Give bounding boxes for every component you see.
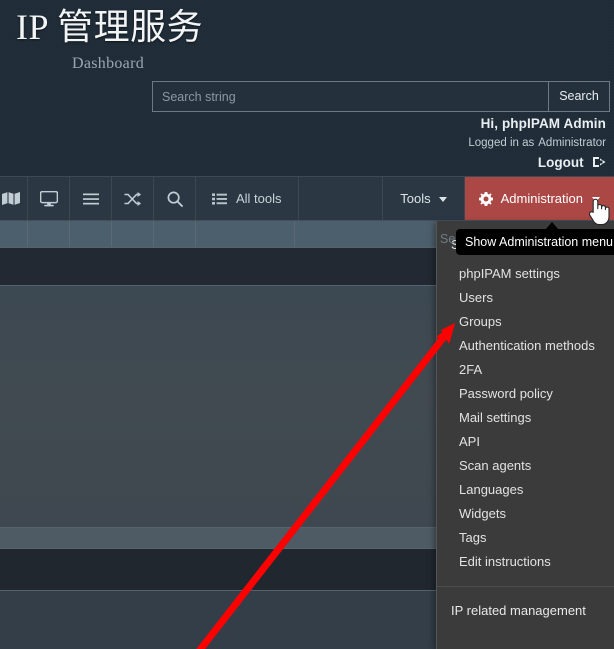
nav-item-administration-label: Administration [500, 191, 583, 206]
map-icon [2, 191, 20, 206]
nav-item-vlans[interactable] [112, 177, 154, 220]
menu-item-scan-agents[interactable]: Scan agents [437, 454, 614, 478]
menu-item-password-policy[interactable]: Password policy [437, 382, 614, 406]
nav-item-map[interactable] [0, 177, 28, 220]
shuffle-icon [124, 191, 141, 206]
menu-item-users[interactable]: Users [437, 286, 614, 310]
search-icon [167, 191, 183, 207]
user-role-value: Administrator [538, 136, 606, 149]
page-title: Dashboard [72, 55, 145, 72]
menu-items-server-management: phpIPAM settings Users Groups Authentica… [437, 262, 614, 580]
user-info: Hi, phpIPAM Admin Logged in as Administra… [468, 117, 606, 170]
menu-item-widgets[interactable]: Widgets [437, 502, 614, 526]
chevron-down-icon [438, 197, 447, 202]
hamburger-menu-icon [82, 193, 99, 205]
page-header: IP 管理服务 Dashboard Search Hi, phpIPAM Adm… [0, 0, 614, 176]
menu-section-header-ip-related-management: IP related management [437, 586, 614, 628]
nav-item-tools-label: Tools [400, 191, 431, 206]
administration-dropdown-menu: Server management phpIPAM settings Users… [436, 221, 614, 649]
menu-item-tags[interactable]: Tags [437, 526, 614, 550]
site-title: IP 管理服务 [16, 7, 204, 47]
menu-item-authentication-methods[interactable]: Authentication methods [437, 334, 614, 358]
nav-item-administration[interactable]: Administration [464, 177, 614, 220]
tooltip-caret-icon [546, 222, 558, 229]
search-bar: Search [152, 81, 610, 112]
main-navbar: All tools Tools Administration [0, 176, 614, 221]
nav-item-dashboard[interactable] [28, 177, 70, 220]
chevron-down-icon [592, 197, 600, 202]
logout-label: Logout [537, 155, 584, 170]
menu-item-mail-settings[interactable]: Mail settings [437, 406, 614, 430]
nav-item-search[interactable] [154, 177, 196, 220]
logout-link[interactable]: Logout [468, 156, 606, 170]
search-button[interactable]: Search [548, 81, 610, 112]
user-greeting: Hi, phpIPAM Admin [480, 116, 606, 131]
menu-item-languages[interactable]: Languages [437, 478, 614, 502]
menu-item-groups[interactable]: Groups [437, 310, 614, 334]
app-root: IP 管理服务 Dashboard Search Hi, phpIPAM Adm… [0, 0, 614, 649]
nav-item-all-tools-label: All tools [236, 191, 282, 206]
menu-item-2fa[interactable]: 2FA [437, 358, 614, 382]
nav-item-tools[interactable]: Tools [383, 177, 465, 220]
menu-item-api[interactable]: API [437, 430, 614, 454]
gear-icon [478, 191, 493, 206]
user-role-line: Logged in as Administrator [468, 136, 606, 150]
menu-item-phpipam-settings[interactable]: phpIPAM settings [437, 262, 614, 286]
sign-out-icon [590, 156, 606, 170]
nav-item-sections[interactable] [70, 177, 112, 220]
monitor-icon [39, 190, 58, 207]
logged-in-as-label: Logged in as [468, 136, 535, 149]
navbar-spacer [299, 177, 384, 220]
nav-item-all-tools[interactable]: All tools [196, 177, 299, 220]
administration-tooltip: Show Administration menu [456, 229, 614, 255]
search-input[interactable] [152, 81, 548, 112]
menu-item-edit-instructions[interactable]: Edit instructions [437, 550, 614, 574]
list-ul-icon [212, 192, 227, 205]
